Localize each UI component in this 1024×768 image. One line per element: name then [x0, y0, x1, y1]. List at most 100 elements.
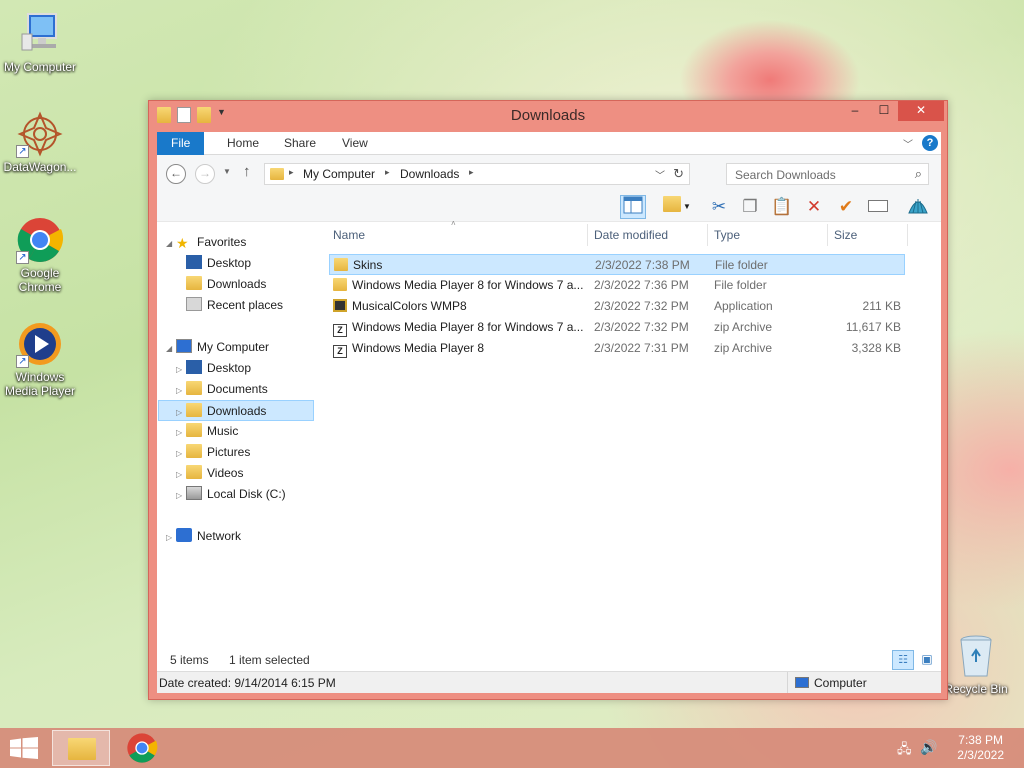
file-list: ˄ Name Date modified Type Size Skins 2/3… — [329, 219, 941, 649]
checkmark-icon[interactable]: ✔ — [833, 195, 859, 219]
search-icon[interactable]: ⌕ — [915, 166, 922, 182]
nav-favorites-downloads[interactable]: Downloads — [186, 274, 266, 295]
file-size: 11,617 KB — [845, 320, 901, 334]
breadcrumb-chevron-icon[interactable]: ▸ — [385, 167, 390, 178]
ribbon-tabs: File Home Share View ﹀ ? — [157, 132, 941, 155]
delete-icon[interactable]: ✕ — [801, 195, 827, 219]
file-row[interactable]: MusicalColors WMP8 2/3/2022 7:32 PM Appl… — [329, 296, 905, 317]
expanded-chevron-icon[interactable]: ◢ — [166, 233, 176, 254]
nav-network[interactable]: ▷ Network — [166, 526, 241, 547]
clock[interactable]: 7:38 PM 2/3/2022 — [957, 733, 1004, 763]
column-divider[interactable] — [907, 224, 908, 246]
column-header-date[interactable]: Date modified — [594, 228, 668, 242]
file-row[interactable]: Skins 2/3/2022 7:38 PM File folder — [329, 254, 905, 275]
refresh-icon[interactable]: ↻ — [673, 166, 684, 182]
column-header-size[interactable]: Size — [834, 228, 857, 242]
nav-computer-documents[interactable]: ▷ Documents — [176, 379, 268, 400]
computer-icon — [795, 677, 809, 688]
breadcrumb-chevron-icon[interactable]: ▸ — [469, 167, 474, 178]
address-bar[interactable]: ▸ My Computer ▸ Downloads ▸ ﹀ ↻ — [264, 163, 690, 185]
large-icons-view-icon[interactable]: ▣ — [917, 650, 937, 670]
rename-icon[interactable] — [865, 195, 891, 219]
column-divider[interactable] — [587, 224, 588, 246]
file-row[interactable]: Z Windows Media Player 8 2/3/2022 7:31 PM… — [329, 338, 905, 359]
desktop-icon-windows-media-player[interactable]: ↗ Windows Media Player — [0, 320, 80, 398]
nav-computer-local-disk[interactable]: ▷ Local Disk (C:) — [176, 484, 286, 505]
file-date: 2/3/2022 7:32 PM — [594, 299, 689, 313]
nav-label: Desktop — [207, 256, 252, 270]
desktop-icon-recycle-bin[interactable]: Recycle Bin — [936, 632, 1016, 696]
column-divider[interactable] — [827, 224, 828, 246]
nav-label: Recent places — [207, 298, 284, 312]
column-header-type[interactable]: Type — [714, 228, 740, 242]
selection-count: 1 item selected — [229, 653, 310, 667]
collapsed-chevron-icon[interactable]: ▷ — [176, 485, 186, 506]
nav-label: Downloads — [207, 277, 267, 291]
desktop-icon-my-computer[interactable]: My Computer — [0, 10, 80, 74]
network-tray-icon[interactable]: 🖧 — [897, 740, 912, 762]
nav-computer-desktop[interactable]: ▷ Desktop — [176, 358, 251, 379]
application-icon — [333, 299, 347, 312]
breadcrumb-chevron-icon[interactable]: ▸ — [289, 167, 294, 178]
cut-icon[interactable]: ✂ — [706, 195, 732, 219]
search-input[interactable]: Search Downloads ⌕ — [726, 163, 929, 185]
preview-pane-icon[interactable] — [620, 195, 646, 219]
expanded-chevron-icon[interactable]: ◢ — [166, 338, 176, 359]
desktop-icon-datawagon[interactable]: ↗ DataWagon... — [0, 110, 80, 174]
minimize-button[interactable]: – — [842, 101, 868, 121]
recent-locations-chevron-icon[interactable]: ▼ — [223, 167, 231, 176]
nav-computer-downloads[interactable]: ▷ Downloads — [158, 400, 314, 421]
breadcrumb-my-computer[interactable]: My Computer — [303, 167, 375, 181]
close-button[interactable]: ✕ — [898, 101, 944, 121]
column-divider[interactable] — [707, 224, 708, 246]
taskbar-chrome[interactable] — [126, 732, 158, 767]
nav-favorites-desktop[interactable]: Desktop — [186, 253, 251, 274]
taskbar-file-explorer[interactable] — [52, 730, 110, 766]
collapsed-chevron-icon[interactable]: ▷ — [176, 402, 186, 423]
desktop-icon-google-chrome[interactable]: ↗ Google Chrome — [0, 216, 80, 294]
paste-icon[interactable]: 📋 — [769, 195, 795, 219]
file-row[interactable]: Z Windows Media Player 8 for Windows 7 a.… — [329, 317, 905, 338]
tab-view[interactable]: View — [328, 132, 382, 155]
volume-icon[interactable]: 🔊 — [920, 739, 937, 756]
zip-icon: Z — [333, 324, 347, 337]
collapsed-chevron-icon[interactable]: ▷ — [176, 380, 186, 401]
nav-computer-videos[interactable]: ▷ Videos — [176, 463, 243, 484]
column-header-name[interactable]: Name — [333, 228, 365, 242]
file-row[interactable]: Windows Media Player 8 for Windows 7 a..… — [329, 275, 905, 296]
help-icon[interactable]: ? — [922, 135, 938, 151]
breadcrumb-downloads[interactable]: Downloads — [400, 167, 459, 181]
nav-my-computer[interactable]: ◢ My Computer — [166, 337, 269, 358]
collapsed-chevron-icon[interactable]: ▷ — [176, 464, 186, 485]
desktop-icon-label: Windows Media Player — [4, 370, 76, 398]
nav-computer-pictures[interactable]: ▷ Pictures — [176, 442, 250, 463]
copy-icon[interactable]: ❐ — [737, 195, 763, 219]
computer-icon — [16, 10, 64, 58]
up-arrow-icon[interactable]: ↑ — [243, 163, 251, 180]
back-button[interactable]: ← — [166, 164, 186, 184]
maximize-button[interactable]: ☐ — [871, 101, 897, 121]
clock-time: 7:38 PM — [958, 733, 1003, 747]
collapsed-chevron-icon[interactable]: ▷ — [176, 422, 186, 443]
window-titlebar[interactable]: ▼ Downloads – ☐ ✕ — [149, 101, 947, 131]
chevron-down-icon[interactable]: ▼ — [680, 195, 694, 219]
collapsed-chevron-icon[interactable]: ▷ — [176, 359, 186, 380]
start-button[interactable] — [10, 737, 38, 762]
videos-icon — [186, 465, 202, 479]
tab-share[interactable]: Share — [270, 132, 330, 155]
collapsed-chevron-icon[interactable]: ▷ — [176, 443, 186, 464]
desktop-icon — [186, 360, 202, 374]
file-size: 3,328 KB — [851, 341, 901, 355]
nav-label: Documents — [207, 382, 268, 396]
forward-button[interactable]: → — [195, 164, 215, 184]
nav-favorites-recent-places[interactable]: Recent places — [186, 295, 283, 316]
tab-home[interactable]: Home — [213, 132, 273, 155]
tab-file[interactable]: File — [157, 132, 205, 155]
nav-favorites[interactable]: ◢ ★ Favorites — [166, 232, 246, 253]
collapsed-chevron-icon[interactable]: ▷ — [166, 527, 176, 548]
shell-icon[interactable] — [905, 195, 931, 219]
nav-computer-music[interactable]: ▷ Music — [176, 421, 238, 442]
address-dropdown-chevron-icon[interactable]: ﹀ — [655, 167, 665, 182]
expand-ribbon-chevron-icon[interactable]: ﹀ — [903, 136, 913, 151]
details-view-icon[interactable]: ☷ — [892, 650, 914, 670]
